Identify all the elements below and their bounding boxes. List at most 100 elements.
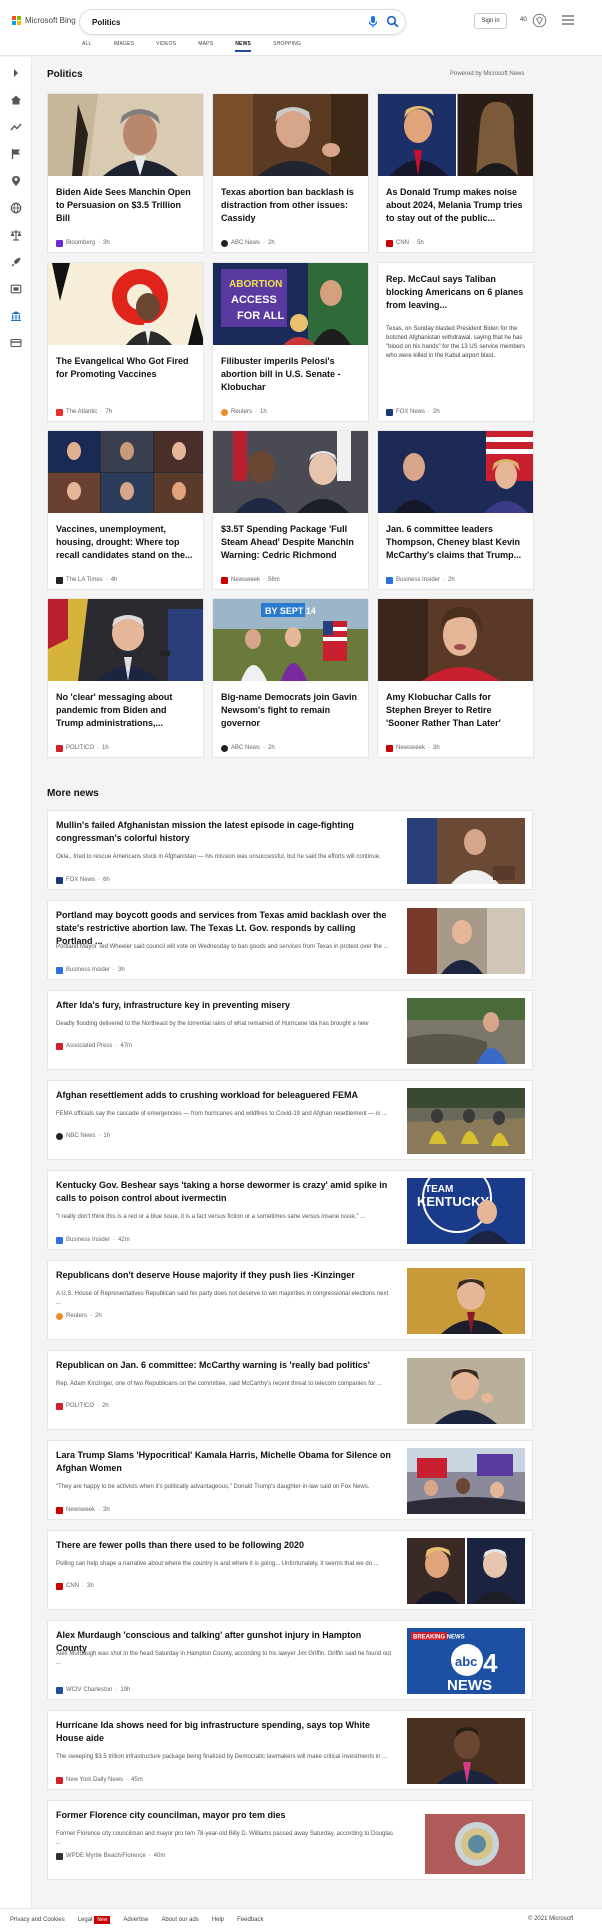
tab-images[interactable]: IMAGES [114, 41, 135, 52]
feedback-link[interactable]: Feedback [237, 1917, 263, 1923]
news-list-item[interactable]: Hurricane Ida shows need for big infrast… [47, 1710, 533, 1790]
news-thumbnail[interactable]: TEAM KENTUCKY [407, 1178, 525, 1244]
news-thumbnail[interactable] [407, 998, 525, 1064]
news-thumbnail[interactable] [407, 1268, 525, 1334]
news-card[interactable]: ABORTION ACCESS FOR ALL Filibuster imper… [212, 262, 369, 422]
card-image[interactable] [48, 599, 203, 681]
news-list-item[interactable]: Afghan resettlement adds to crushing wor… [47, 1080, 533, 1160]
news-card[interactable]: Biden Aide Sees Manchin Open to Persuasi… [47, 93, 204, 253]
about-our-ads-link[interactable]: About our ads [161, 1917, 198, 1923]
legal-link[interactable]: Legal [78, 1917, 93, 1923]
advertise-link[interactable]: Advertise [123, 1917, 148, 1923]
news-card[interactable]: Vaccines, unemployment, housing, drought… [47, 430, 204, 590]
trending-icon[interactable] [10, 121, 22, 133]
card-headline[interactable]: Texas abortion ban backlash is distracti… [221, 186, 361, 225]
news-card[interactable]: No 'clear' messaging about pandemic from… [47, 598, 204, 758]
card-image[interactable] [378, 431, 533, 513]
flag-icon[interactable] [10, 148, 22, 160]
news-card[interactable]: Rep. McCaul says Taliban blocking Americ… [377, 262, 534, 422]
news-headline[interactable]: Republicans don't deserve House majority… [56, 1269, 394, 1282]
card-headline[interactable]: Vaccines, unemployment, housing, drought… [56, 523, 196, 562]
entertainment-icon[interactable] [10, 283, 22, 295]
search-icon[interactable] [386, 15, 399, 28]
news-headline[interactable]: Republican on Jan. 6 committee: McCarthy… [56, 1359, 394, 1372]
sign-in-button[interactable]: Sign in [474, 13, 507, 29]
news-headline[interactable]: Afghan resettlement adds to crushing wor… [56, 1089, 394, 1102]
card-image[interactable] [48, 94, 203, 176]
news-card[interactable]: $3.5T Spending Package 'Full Steam Ahead… [212, 430, 369, 590]
card-image[interactable] [213, 94, 368, 176]
news-card[interactable]: Jan. 6 committee leaders Thompson, Chene… [377, 430, 534, 590]
card-headline[interactable]: $3.5T Spending Package 'Full Steam Ahead… [221, 523, 361, 562]
privacy-and-cookies-link[interactable]: Privacy and Cookies [10, 1917, 65, 1923]
microphone-icon[interactable] [367, 15, 379, 29]
card-image[interactable] [378, 94, 533, 176]
news-list-item[interactable]: Lara Trump Slams 'Hypocritical' Kamala H… [47, 1440, 533, 1520]
hamburger-menu-icon[interactable] [562, 15, 574, 25]
news-thumbnail[interactable] [407, 818, 525, 884]
rewards-icon[interactable] [532, 13, 547, 28]
card-headline[interactable]: Biden Aide Sees Manchin Open to Persuasi… [56, 186, 196, 225]
tab-news[interactable]: NEWS [235, 41, 252, 52]
news-card[interactable]: Amy Klobuchar Calls for Stephen Breyer t… [377, 598, 534, 758]
card-icon[interactable] [10, 337, 22, 349]
rocket-icon[interactable] [10, 256, 22, 268]
bank-icon[interactable] [10, 310, 22, 322]
card-headline[interactable]: Filibuster imperils Pelosi's abortion bi… [221, 355, 361, 394]
news-list-item[interactable]: Kentucky Gov. Beshear says 'taking a hor… [47, 1170, 533, 1250]
card-headline[interactable]: The Evangelical Who Got Fired for Promot… [56, 355, 196, 381]
news-card[interactable]: BY SEPT 14 Big-name Democrats join Gavin… [212, 598, 369, 758]
card-headline[interactable]: No 'clear' messaging about pandemic from… [56, 691, 196, 730]
news-list-item[interactable]: Alex Murdaugh 'conscious and talking' af… [47, 1620, 533, 1700]
news-thumbnail[interactable] [407, 1718, 525, 1784]
card-headline[interactable]: Jan. 6 committee leaders Thompson, Chene… [386, 523, 526, 562]
card-headline[interactable]: Amy Klobuchar Calls for Stephen Breyer t… [386, 691, 526, 730]
card-headline[interactable]: Rep. McCaul says Taliban blocking Americ… [386, 273, 526, 312]
news-thumbnail[interactable] [407, 1088, 525, 1154]
card-headline[interactable]: Big-name Democrats join Gavin Newsom's f… [221, 691, 361, 730]
card-image[interactable] [48, 263, 203, 345]
news-list-item[interactable]: Mullin's failed Afghanistan mission the … [47, 810, 533, 890]
tab-all[interactable]: ALL [82, 41, 92, 52]
news-headline[interactable]: Lara Trump Slams 'Hypocritical' Kamala H… [56, 1449, 394, 1475]
tab-shopping[interactable]: SHOPPING [273, 41, 301, 52]
scale-icon[interactable] [10, 229, 22, 241]
news-thumbnail[interactable] [407, 1808, 525, 1874]
news-thumbnail[interactable] [407, 908, 525, 974]
news-headline[interactable]: Hurricane Ida shows need for big infrast… [56, 1719, 394, 1745]
news-thumbnail[interactable] [407, 1448, 525, 1514]
help-link[interactable]: Help [212, 1917, 224, 1923]
expand-icon[interactable] [10, 67, 22, 79]
news-headline[interactable]: After Ida's fury, infrastructure key in … [56, 999, 394, 1012]
card-image[interactable] [378, 599, 533, 681]
news-headline[interactable]: Former Florence city councilman, mayor p… [56, 1809, 394, 1822]
news-card[interactable]: The Evangelical Who Got Fired for Promot… [47, 262, 204, 422]
news-list-item[interactable]: After Ida's fury, infrastructure key in … [47, 990, 533, 1070]
card-image[interactable] [48, 431, 203, 513]
card-image[interactable]: BY SEPT 14 [213, 599, 368, 681]
news-thumbnail[interactable] [407, 1358, 525, 1424]
news-list-item[interactable]: There are fewer polls than there used to… [47, 1530, 533, 1610]
news-card[interactable]: As Donald Trump makes noise about 2024, … [377, 93, 534, 253]
location-icon[interactable] [10, 175, 22, 187]
news-headline[interactable]: Mullin's failed Afghanistan mission the … [56, 819, 394, 845]
card-image[interactable] [213, 431, 368, 513]
tab-maps[interactable]: MAPS [198, 41, 213, 52]
card-image[interactable]: ABORTION ACCESS FOR ALL [213, 263, 368, 345]
news-headline[interactable]: There are fewer polls than there used to… [56, 1539, 394, 1552]
news-list-item[interactable]: Portland may boycott goods and services … [47, 900, 533, 980]
card-headline[interactable]: As Donald Trump makes noise about 2024, … [386, 186, 526, 225]
news-list-item[interactable]: Former Florence city councilman, mayor p… [47, 1800, 533, 1880]
news-headline[interactable]: Kentucky Gov. Beshear says 'taking a hor… [56, 1179, 394, 1205]
globe-icon[interactable] [10, 202, 22, 214]
news-card[interactable]: Texas abortion ban backlash is distracti… [212, 93, 369, 253]
home-icon[interactable] [10, 94, 22, 106]
news-thumbnail[interactable] [407, 1538, 525, 1604]
rewards-count[interactable]: 40 [520, 17, 527, 23]
tab-videos[interactable]: VIDEOS [156, 41, 176, 52]
news-list-item[interactable]: Republicans don't deserve House majority… [47, 1260, 533, 1340]
bing-logo[interactable]: Microsoft Bing [12, 16, 76, 25]
news-list-item[interactable]: Republican on Jan. 6 committee: McCarthy… [47, 1350, 533, 1430]
search-input[interactable] [92, 15, 342, 29]
news-thumbnail[interactable]: BREAKING NEWS abc 4 NEWS [407, 1628, 525, 1694]
